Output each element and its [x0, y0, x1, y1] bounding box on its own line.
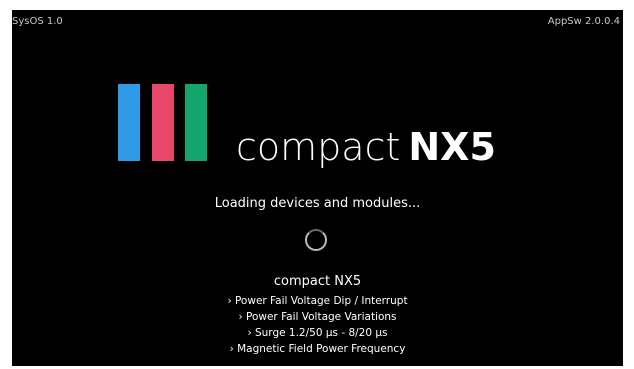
test-item: › Power Fail Voltage Variations	[238, 311, 397, 323]
test-item: › Magnetic Field Power Frequency	[229, 343, 406, 355]
logo-model: NX5	[408, 125, 496, 169]
boot-screen: SysOS 1.0 AppSw 2.0.0.4 compact NX5 Loadi…	[12, 10, 623, 366]
logo-bar-red	[152, 84, 174, 161]
logo-brand: compact	[236, 125, 401, 169]
product-name: compact NX5	[273, 274, 362, 289]
logo-bar-green	[185, 84, 207, 161]
test-item: › Surge 1.2/50 µs - 8/20 µs	[247, 327, 388, 339]
appsw-version: AppSw 2.0.0.4	[547, 16, 620, 27]
test-item: › Power Fail Voltage Dip / Interrupt	[227, 295, 408, 307]
test-list: › Power Fail Voltage Dip / Interrupt › P…	[12, 293, 623, 357]
loading-spinner-icon	[305, 229, 327, 251]
sysos-version: SysOS 1.0	[12, 16, 63, 27]
loading-status: Loading devices and modules...	[214, 196, 421, 211]
logo-bar-blue	[118, 84, 140, 161]
product-logo: compact NX5	[236, 128, 496, 166]
